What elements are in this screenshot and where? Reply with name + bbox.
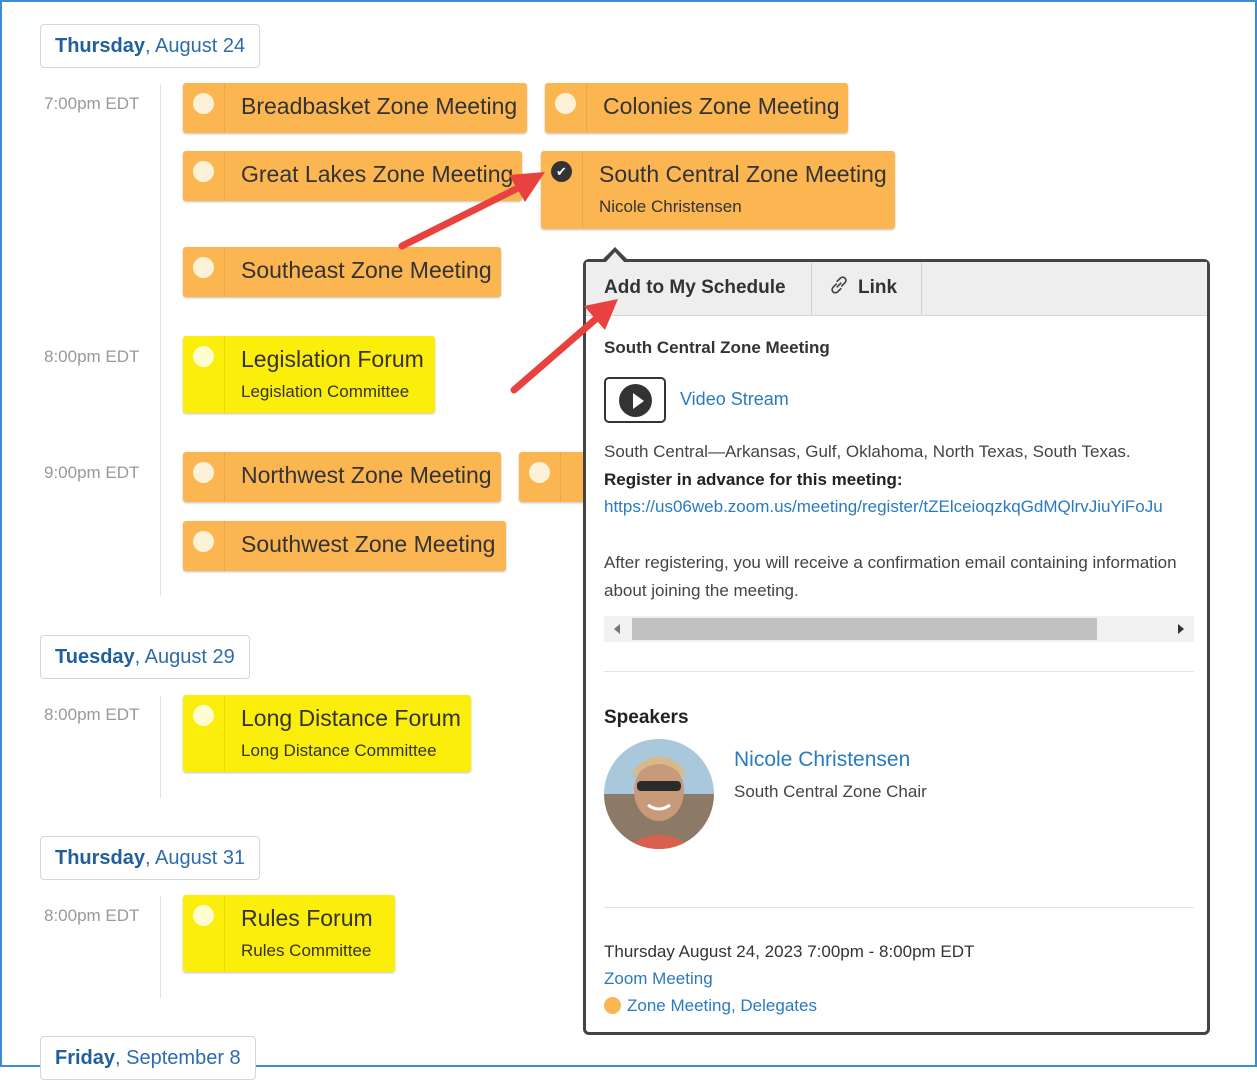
session-detail-popup: Add to My Schedule Link South Central Zo… [583,259,1210,1035]
session-title: Breadbasket Zone Meeting [241,93,518,119]
session-tags: Zone Meeting, Delegates [604,996,817,1016]
session-title: Great Lakes Zone Meeting [241,161,514,187]
schedule-toggle[interactable] [183,247,225,297]
speaker-avatar[interactable] [604,739,714,849]
day-of-week: Friday [55,1047,116,1069]
schedule-toggle[interactable]: ✔ [541,151,583,229]
session-breadbasket-zone-meeting[interactable]: Breadbasket Zone Meeting [183,83,527,133]
day-of-week: Thursday [55,847,146,869]
session-southeast-zone-meeting[interactable]: Southeast Zone Meeting [183,247,501,297]
tag-delegates[interactable]: Delegates [740,996,817,1015]
unchecked-circle-icon [193,346,214,367]
time-label: 8:00pm EDT [44,705,140,724]
unchecked-circle-icon [529,462,550,483]
popup-tab-bar: Add to My Schedule Link [586,262,1207,316]
session-long-distance-forum[interactable]: Long Distance Forum Long Distance Commit… [183,695,471,772]
session-title: Southeast Zone Meeting [241,257,492,283]
tag-separator: , [730,996,741,1015]
zone-meeting-color-icon [604,997,621,1014]
session-speaker: Nicole Christensen [599,197,742,216]
video-stream-link[interactable]: Video Stream [680,389,789,410]
schedule-toggle[interactable] [183,521,225,571]
session-title: Southwest Zone Meeting [241,531,496,557]
speaker-photo [604,739,714,849]
timeline-line [160,896,161,998]
day-header-aug-29: Tuesday, August 29 [40,635,250,679]
scroll-right-icon[interactable] [1178,624,1184,634]
session-committee: Rules Committee [241,941,372,960]
unchecked-circle-icon [193,462,214,483]
tag-zone-meeting[interactable]: Zone Meeting [627,996,731,1015]
schedule-toggle[interactable] [183,83,225,133]
schedule-toggle[interactable] [183,336,225,413]
scrollbar-thumb[interactable] [632,618,1097,640]
session-datetime: Thursday August 24, 2023 7:00pm - 8:00pm… [604,942,975,961]
time-label: 9:00pm EDT [44,463,140,482]
session-committee: Legislation Committee [241,382,410,401]
schedule-toggle[interactable] [183,895,225,972]
session-title: Long Distance Forum [241,705,461,731]
schedule-toggle[interactable] [545,83,587,133]
check-icon: ✔ [551,161,572,182]
session-great-lakes-zone-meeting[interactable]: Great Lakes Zone Meeting [183,151,522,201]
session-legislation-forum[interactable]: Legislation Forum Legislation Committee [183,336,435,413]
unchecked-circle-icon [193,705,214,726]
session-title: Rules Forum [241,905,373,931]
time-label: 8:00pm EDT [44,906,140,925]
day-date: , September 8 [115,1047,241,1069]
session-description: South Central—Arkansas, Gulf, Oklahoma, … [604,442,1131,461]
unchecked-circle-icon [193,161,214,182]
after-registering-text: After registering, you will receive a co… [604,553,1177,600]
unchecked-circle-icon [193,905,214,926]
session-title: South Central Zone Meeting [599,161,887,187]
register-label: Register in advance for this meeting: [604,470,903,489]
schedule-toggle[interactable] [183,151,225,201]
timeline-line [160,696,161,798]
link-label: Link [858,277,898,298]
popup-session-title: South Central Zone Meeting [604,338,830,357]
day-of-week: Thursday [55,35,146,57]
divider [604,671,1194,672]
unchecked-circle-icon [193,257,214,278]
divider [604,907,1194,908]
schedule-toggle[interactable] [183,695,225,772]
session-committee: Long Distance Committee [241,741,437,760]
day-of-week: Tuesday [55,646,135,668]
location-link[interactable]: Zoom Meeting [604,969,713,989]
schedule-toggle[interactable] [183,452,225,502]
day-header-aug-24: Thursday, August 24 [40,24,261,68]
session-colonies-zone-meeting[interactable]: Colonies Zone Meeting [545,83,848,133]
time-label: 8:00pm EDT [44,347,140,366]
day-date: , August 31 [145,847,246,869]
link-icon [831,276,847,294]
session-rules-forum[interactable]: Rules Forum Rules Committee [183,895,395,972]
session-southwest-zone-meeting[interactable]: Southwest Zone Meeting [183,521,506,571]
session-south-central-zone-meeting[interactable]: ✔ South Central Zone Meeting Nicole Chri… [541,151,895,229]
day-header-aug-31: Thursday, August 31 [40,836,261,880]
schedule-toggle[interactable] [519,452,561,502]
day-header-sep-8: Friday, September 8 [40,1036,256,1080]
play-triangle [633,393,644,409]
popup-pointer-inner [605,252,625,263]
add-to-my-schedule-button[interactable]: Add to My Schedule [586,262,812,315]
scroll-left-icon[interactable] [614,624,620,634]
unchecked-circle-icon [193,531,214,552]
register-link[interactable]: https://us06web.zoom.us/meeting/register… [604,497,1194,517]
speaker-name-link[interactable]: Nicole Christensen [734,748,910,772]
session-northwest-zone-meeting[interactable]: Northwest Zone Meeting [183,452,501,502]
link-button[interactable]: Link [812,262,922,315]
time-label: 7:00pm EDT [44,94,140,113]
session-title: Colonies Zone Meeting [603,93,840,119]
timeline-line [160,84,161,596]
day-date: , August 29 [134,646,235,668]
unchecked-circle-icon [193,93,214,114]
video-stream-button[interactable] [604,377,666,423]
unchecked-circle-icon [555,93,576,114]
speaker-role: South Central Zone Chair [734,782,927,801]
horizontal-scrollbar[interactable] [604,616,1194,642]
session-title: Northwest Zone Meeting [241,462,492,488]
speakers-heading: Speakers [604,707,689,728]
session-title: Legislation Forum [241,346,424,372]
day-date: , August 24 [145,35,246,57]
